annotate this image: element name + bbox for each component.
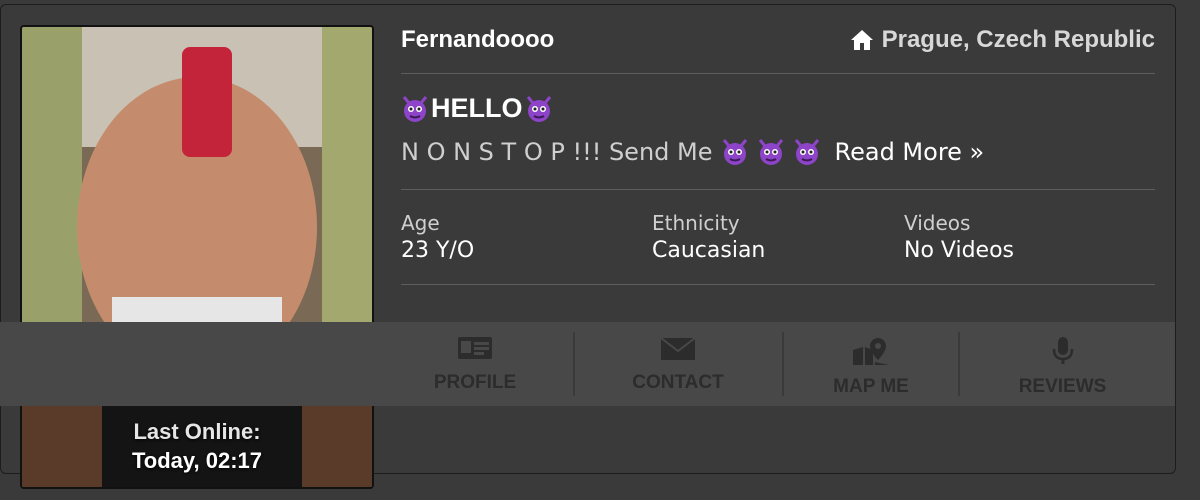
id-card-icon — [376, 336, 574, 368]
home-icon — [850, 29, 874, 51]
last-online: Last Online: Today, 02:17 — [22, 417, 372, 475]
devil-emoji-icon — [525, 95, 553, 123]
devil-emoji-icon — [401, 95, 429, 123]
divider-line — [401, 284, 1155, 285]
stat-value: 23 Y/O — [401, 238, 475, 263]
stat-age: Age 23 Y/O — [401, 210, 474, 266]
devil-emoji-icon — [793, 138, 821, 166]
devil-emoji-icon — [721, 138, 749, 166]
divider-line — [401, 73, 1155, 74]
stat-label: Videos — [904, 211, 971, 235]
divider-line — [401, 189, 1155, 190]
stat-videos: Videos No Videos — [904, 210, 1014, 266]
stat-label: Ethnicity — [652, 211, 740, 235]
action-label: CONTACT — [632, 372, 724, 393]
teaser: N O N S T O P !!! Send Me Read More » — [401, 138, 984, 166]
action-label: REVIEWS — [1018, 376, 1107, 397]
headline-text: HELLO — [431, 93, 523, 123]
last-online-label: Last Online: — [133, 419, 261, 444]
read-more-link[interactable]: Read More » — [835, 138, 985, 166]
last-online-value: Today, 02:17 — [131, 448, 262, 473]
contact-button[interactable]: CONTACT — [575, 322, 781, 406]
profile-photo[interactable]: Last Online: Today, 02:17 — [20, 25, 374, 489]
stat-value: Caucasian — [652, 238, 766, 263]
stat-label: Age — [401, 211, 440, 235]
action-label: MAP ME — [833, 376, 909, 397]
devil-emoji-icon — [757, 138, 785, 166]
action-label: PROFILE — [433, 372, 517, 393]
location: Prague, Czech Republic — [850, 26, 1155, 54]
headline: HELLO — [401, 93, 553, 124]
microphone-icon — [960, 336, 1165, 372]
profile-name[interactable]: Fernandoooo — [401, 26, 554, 54]
stat-ethnicity: Ethnicity Caucasian — [652, 210, 765, 266]
map-me-button[interactable]: MAP ME — [784, 322, 958, 406]
location-label: Prague, Czech Republic — [881, 26, 1155, 53]
reviews-button[interactable]: REVIEWS — [960, 322, 1165, 406]
profile-button[interactable]: PROFILE — [376, 322, 574, 406]
teaser-text: N O N S T O P !!! Send Me — [401, 138, 713, 166]
envelope-icon — [575, 336, 781, 368]
stat-value: No Videos — [904, 238, 1015, 263]
map-pin-icon — [784, 336, 958, 372]
